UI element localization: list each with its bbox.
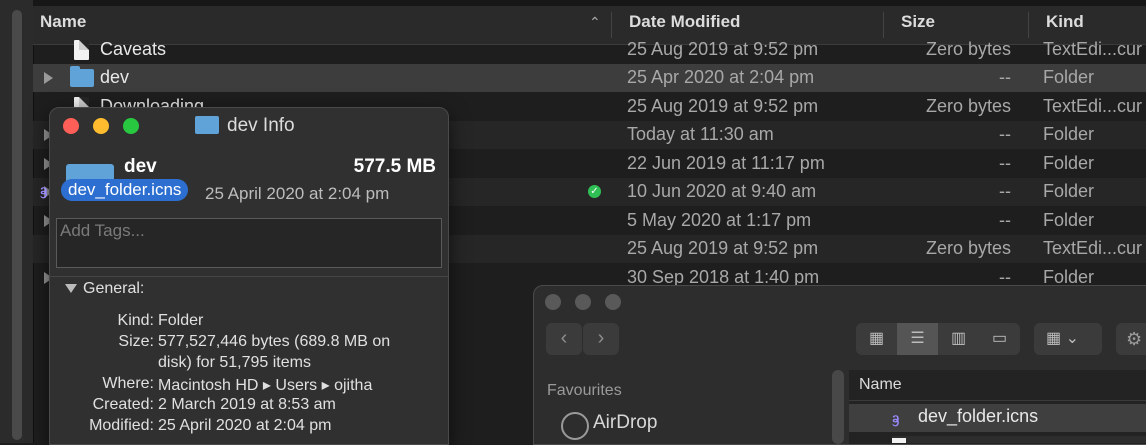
item-name: dev — [124, 156, 157, 177]
synced-check-icon: ✓ — [588, 185, 601, 198]
view-switcher: ▦ ☰ ▥ ▭ — [856, 323, 1020, 355]
file-kind: TextEdi...cur — [1043, 238, 1143, 258]
zoom-button[interactable] — [123, 118, 139, 134]
icns-file-icon: ᦃ — [892, 409, 899, 425]
sidebar-edge — [0, 0, 34, 443]
file-name: dev_folder.icns — [918, 406, 1039, 426]
item-modified: 25 April 2020 at 2:04 pm — [205, 184, 390, 203]
date-modified: 10 Jun 2020 at 9:40 am — [627, 181, 817, 201]
column-view-icon[interactable]: ▥ — [938, 323, 979, 355]
window-title: dev Info — [227, 115, 295, 136]
detail-label: Where: — [102, 375, 154, 392]
file-kind: Folder — [1043, 67, 1095, 87]
file-name: Caveats — [100, 39, 167, 59]
zoom-button[interactable] — [605, 294, 621, 310]
column-header-name[interactable]: Name — [40, 12, 86, 32]
column-divider[interactable] — [1028, 12, 1029, 38]
folder-icon — [195, 116, 219, 134]
file-size: -- — [999, 124, 1011, 144]
sidebar-item-airdrop[interactable]: AirDrop — [593, 412, 657, 434]
info-window: dev Info dev 577.5 MB 25 April 2020 at 2… — [49, 107, 449, 445]
close-button[interactable] — [545, 294, 561, 310]
icns-file-icon: ᦃ — [40, 181, 47, 197]
file-kind: TextEdi...cur — [1043, 39, 1143, 59]
sidebar-scrollbar[interactable] — [832, 370, 844, 444]
icon-view-icon[interactable]: ▦ — [856, 323, 897, 355]
folder-icon — [70, 66, 94, 87]
sort-ascending-icon[interactable]: ⌃ — [589, 14, 601, 31]
file-size: Zero bytes — [925, 39, 1011, 59]
date-modified: 25 Apr 2020 at 2:04 pm — [627, 67, 815, 87]
date-modified: Today at 11:30 am — [627, 124, 774, 144]
file-size: Zero bytes — [925, 238, 1011, 258]
sidebar-scrollbar[interactable] — [12, 10, 22, 440]
detail-value: Folder — [158, 312, 204, 329]
column-divider[interactable] — [883, 12, 884, 38]
detail-label: Size: — [118, 333, 154, 350]
column-header-name[interactable]: Name — [859, 376, 902, 394]
column-header-kind[interactable]: Kind — [1046, 12, 1084, 32]
date-modified: 25 Aug 2019 at 9:52 pm — [627, 96, 819, 116]
back-button[interactable]: ‹ — [546, 323, 582, 355]
detail-label: Modified: — [89, 417, 154, 434]
item-size: 577.5 MB — [353, 156, 436, 177]
disclosure-triangle-icon[interactable] — [44, 72, 53, 84]
close-button[interactable] — [63, 118, 79, 134]
table-row[interactable]: dev 25 Apr 2020 at 2:04 pm -- Folder — [33, 64, 1146, 92]
divider — [849, 400, 1146, 401]
dragged-file-label[interactable]: dev_folder.icns — [61, 179, 189, 201]
table-row[interactable]: Caveats 25 Aug 2019 at 9:52 pm Zero bytes T… — [33, 36, 1146, 64]
date-modified: 25 Aug 2019 at 9:52 pm — [627, 39, 819, 59]
list-item[interactable] — [892, 436, 1146, 443]
file-name: dev — [100, 67, 130, 87]
column-header-size[interactable]: Size — [901, 12, 935, 32]
date-modified: 22 Jun 2019 at 11:17 pm — [627, 153, 825, 173]
group-by-button[interactable]: ▦ ⌄ — [1034, 323, 1102, 355]
file-kind: Folder — [1043, 153, 1095, 173]
airdrop-icon — [561, 412, 589, 440]
date-modified: 25 Aug 2019 at 9:52 pm — [627, 238, 819, 258]
date-modified: 5 May 2020 at 1:17 pm — [627, 210, 812, 230]
detail-value: 2 March 2019 at 8:53 am — [158, 396, 336, 413]
detail-label: Kind: — [117, 312, 154, 329]
file-kind: Folder — [1043, 210, 1095, 230]
file-size: -- — [999, 210, 1011, 230]
document-icon — [74, 40, 89, 60]
general-section-label[interactable]: General: — [83, 280, 144, 298]
file-size: -- — [999, 67, 1011, 87]
list-view-icon[interactable]: ☰ — [897, 323, 938, 355]
disclosure-triangle-icon[interactable] — [65, 284, 77, 293]
column-header-date-modified[interactable]: Date Modified — [629, 12, 740, 32]
minimize-button[interactable] — [575, 294, 591, 310]
group-by-icon: ▦ ⌄ — [1046, 330, 1079, 347]
document-icon — [892, 438, 906, 443]
file-size: -- — [999, 153, 1011, 173]
sidebar-section-label: Favourites — [547, 382, 622, 399]
tags-field[interactable] — [57, 219, 423, 243]
detail-value: Macintosh HD ▸ Users ▸ ojitha — [158, 377, 373, 394]
gear-icon[interactable]: ⚙ — [1116, 323, 1146, 355]
detail-value: 25 April 2020 at 2:04 pm — [158, 417, 332, 434]
toolbar-edge — [33, 0, 1146, 6]
file-kind: Folder — [1043, 124, 1095, 144]
detail-value: disk) for 51,795 items — [158, 354, 311, 371]
tags-field-box — [56, 218, 442, 268]
detail-label: Created: — [92, 396, 154, 413]
file-kind: Folder — [1043, 181, 1095, 201]
file-kind: TextEdi...cur — [1043, 96, 1143, 116]
divider — [50, 276, 448, 277]
file-size: Zero bytes — [925, 96, 1011, 116]
file-size: -- — [999, 181, 1011, 201]
minimize-button[interactable] — [93, 118, 109, 134]
forward-button[interactable]: › — [583, 323, 619, 355]
detail-value: 577,527,446 bytes (689.8 MB on — [158, 333, 391, 350]
column-divider[interactable] — [611, 12, 612, 38]
gallery-view-icon[interactable]: ▭ — [979, 323, 1020, 355]
